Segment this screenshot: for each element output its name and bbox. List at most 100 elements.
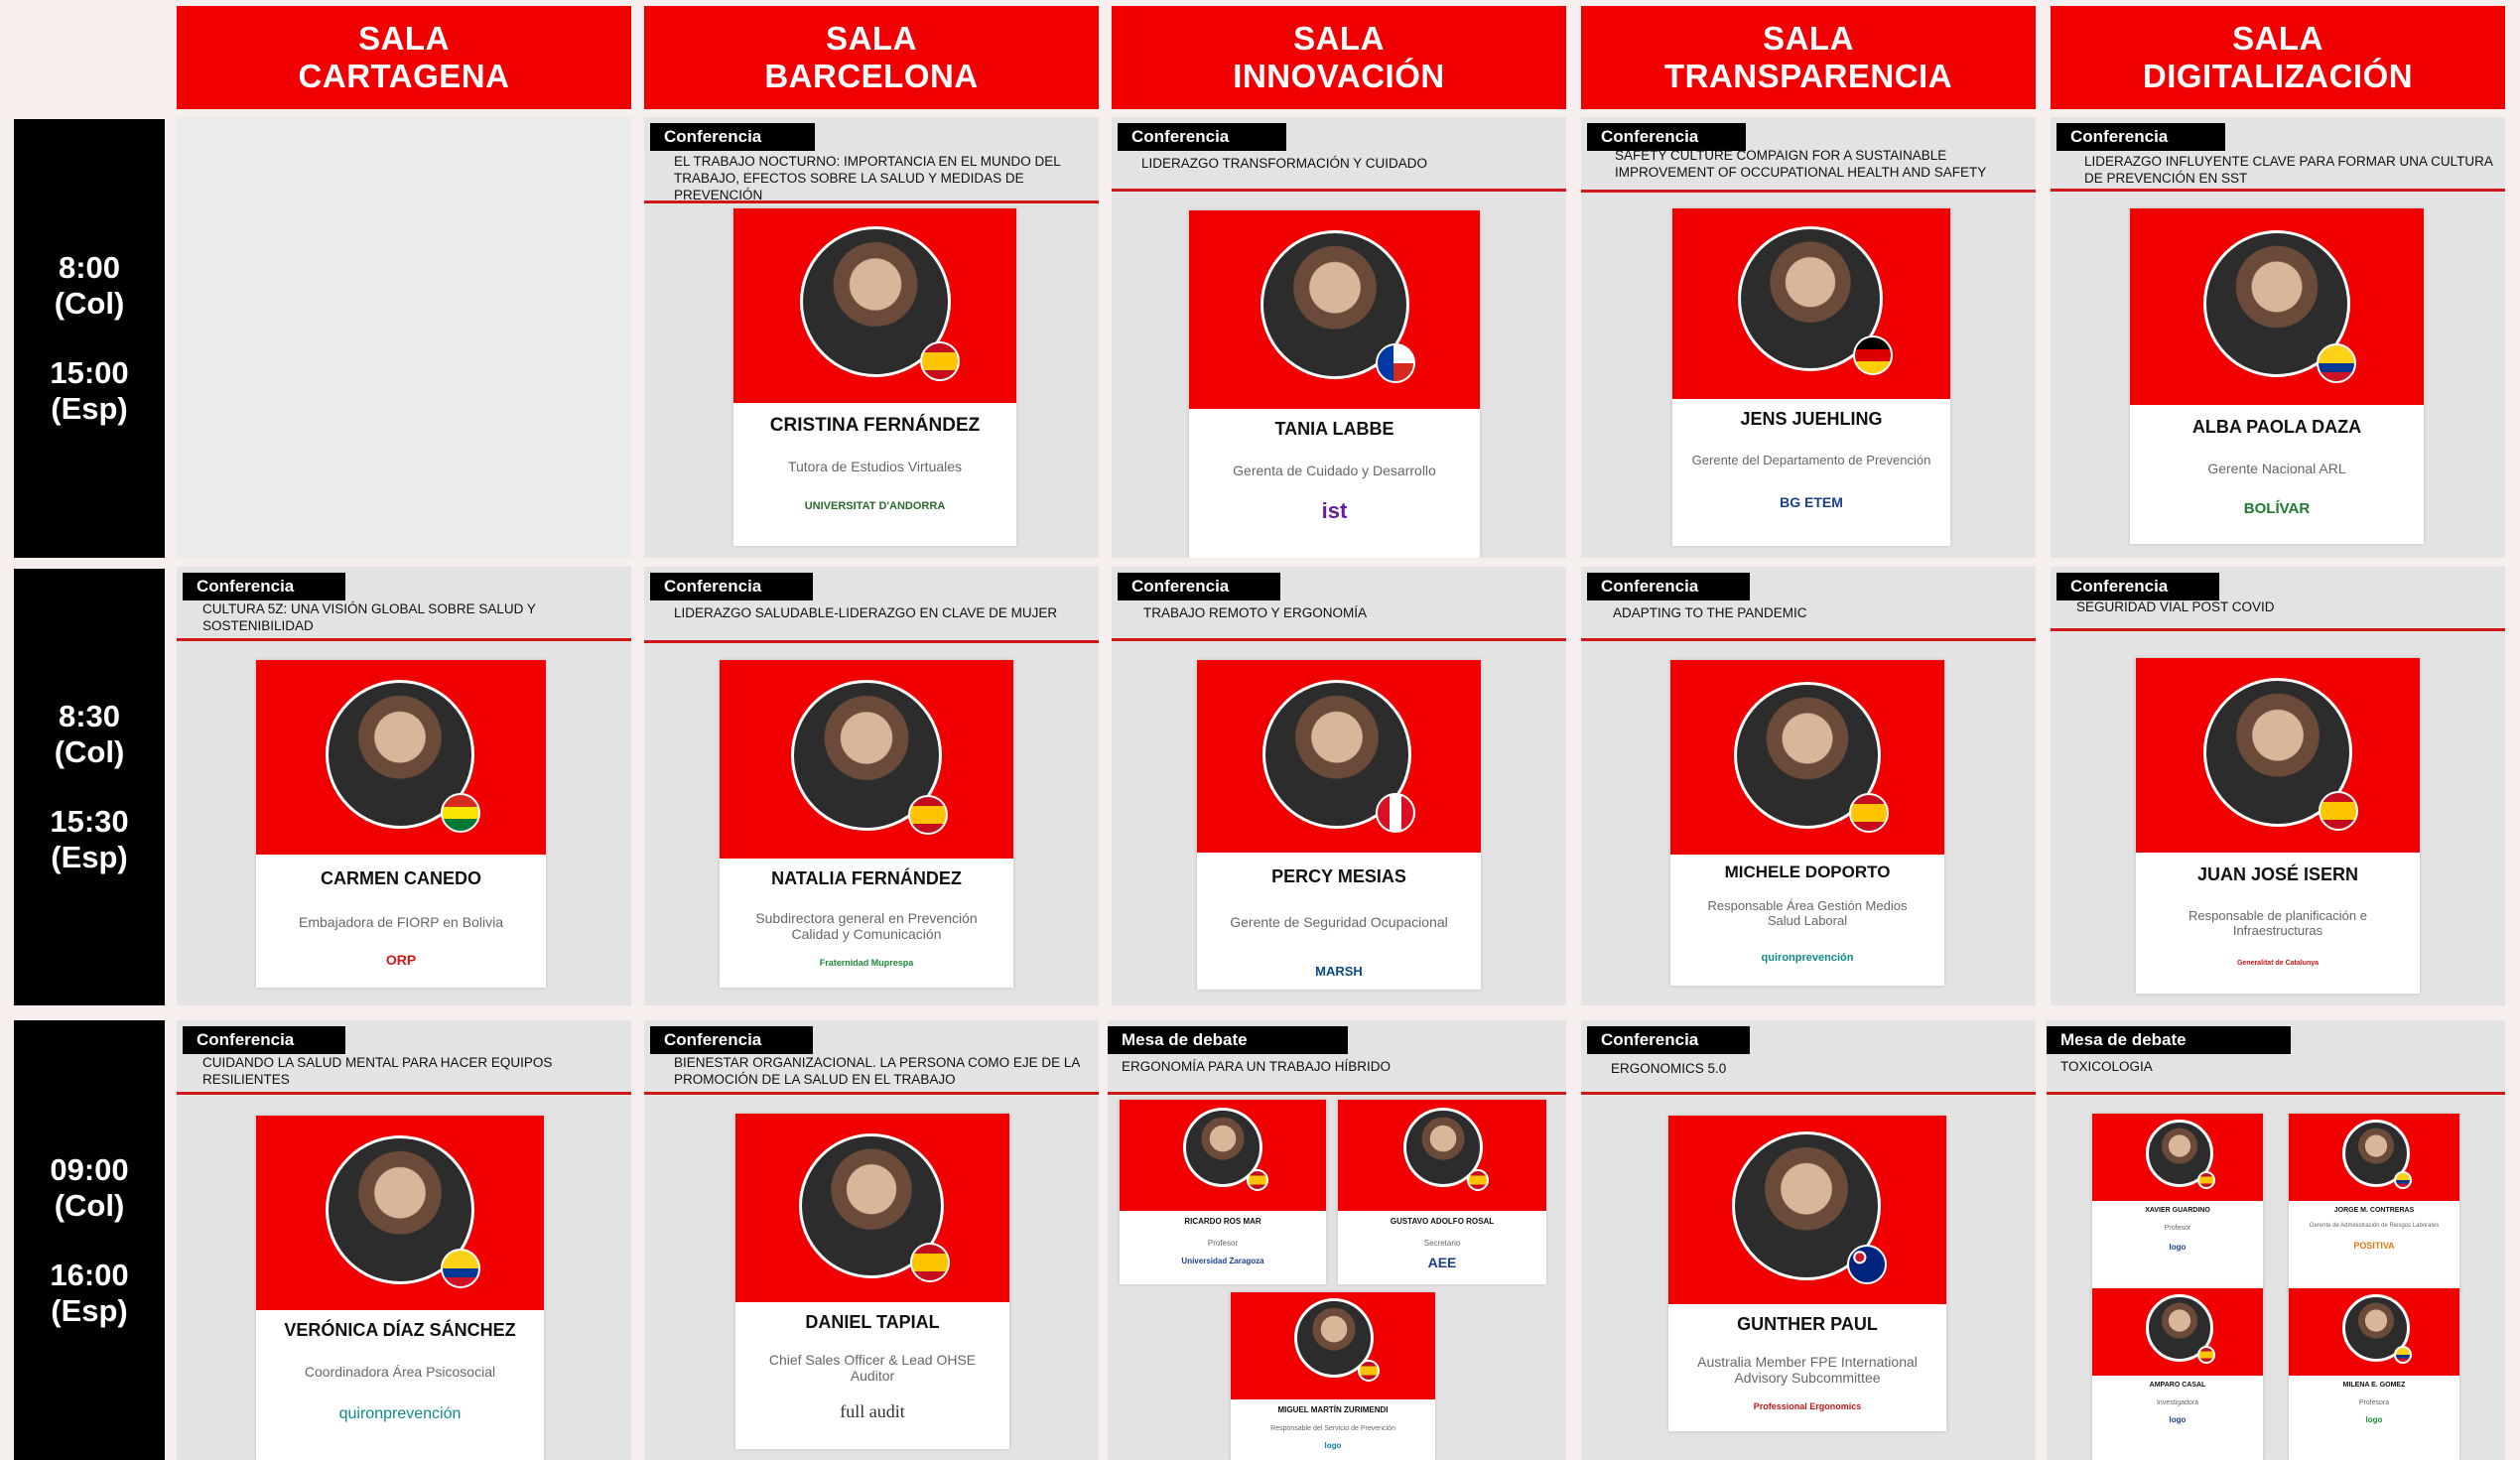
hall-name: DIGITALIZACIÓN [2142, 58, 2414, 94]
session-cell[interactable]: Conferencia EL TRABAJO NOCTURNO: IMPORTA… [644, 117, 1099, 558]
org-logo: MARSH [1315, 964, 1363, 979]
flag-icon [1853, 335, 1893, 375]
session-topic: TRABAJO REMOTO Y ERGONOMÍA [1143, 605, 1368, 620]
session-type-tag: Conferencia [650, 1026, 813, 1054]
hall-prefix: SALA [1763, 20, 1854, 57]
speaker-role: Gerente de Seguridad Ocupacional [1230, 914, 1448, 930]
panelist-role: Profesor [1207, 1239, 1239, 1248]
speaker-name: PERCY MESIAS [1271, 866, 1406, 886]
session-cell[interactable]: Conferencia LIDERAZGO TRANSFORMACIÓN Y C… [1112, 117, 1566, 558]
session-topic: SAFETY CULTURE COMPAIGN FOR A SUSTAINABL… [1615, 148, 1987, 180]
speaker-name: MICHELE DOPORTO [1724, 863, 1891, 881]
speaker-name: CARMEN CANEDO [321, 868, 481, 888]
panelist-name: XAVIER GUARDINO [2145, 1207, 2210, 1214]
speaker-name: NATALIA FERNÁNDEZ [771, 868, 962, 888]
session-cell[interactable]: Conferencia SAFETY CULTURE COMPAIGN FOR … [1581, 117, 2036, 558]
divider [1581, 638, 2036, 641]
org-logo: UNIVERSITAT D'ANDORRA [804, 500, 946, 512]
session-topic: ERGONOMÍA PARA UN TRABAJO HÍBRIDO [1122, 1059, 1392, 1074]
flag-icon [1376, 343, 1415, 383]
hall-header-barcelona: SALA BARCELONA [644, 6, 1099, 109]
org-logo: Professional Ergonomics [1753, 1401, 1862, 1411]
session-type-tag: Conferencia [1587, 1026, 1750, 1054]
speaker-card: VERÓNICA DÍAZ SÁNCHEZ Coordinadora Área … [256, 1116, 544, 1460]
session-topic: EL TRABAJO NOCTURNO: IMPORTANCIA EN EL M… [674, 154, 1061, 202]
time-esp-tz: (Esp) [51, 840, 128, 874]
speaker-name: ALBA PAOLA DAZA [2191, 417, 2362, 437]
flag-icon [1376, 793, 1415, 833]
session-cell[interactable]: Conferencia LIDERAZGO SALUDABLE-LIDERAZG… [644, 567, 1099, 1005]
flag-icon [2319, 791, 2358, 831]
org-logo: logo [2169, 1415, 2187, 1424]
speaker-role: Australia Member FPE International Advis… [1697, 1354, 1918, 1386]
session-type-tag: Conferencia [1118, 573, 1280, 600]
session-type-tag: Mesa de debate [1108, 1026, 1348, 1054]
panelist-role: Gerente de Administración de Riesgos Lab… [2309, 1223, 2440, 1229]
session-topic: TOXICOLOGIA [2060, 1059, 2153, 1074]
time-esp-tz: (Esp) [51, 391, 128, 426]
speaker-role: Gerente Nacional ARL [2207, 461, 2346, 476]
speaker-role: Tutora de Estudios Virtuales [787, 459, 963, 474]
speaker-card: CRISTINA FERNÁNDEZ Tutora de Estudios Vi… [733, 208, 1016, 546]
flag-icon [1358, 1360, 1380, 1382]
flag-icon [2197, 1171, 2215, 1189]
session-type-tag: Conferencia [650, 123, 815, 151]
session-cell[interactable]: Conferencia CUIDANDO LA SALUD MENTAL PAR… [177, 1020, 631, 1460]
speaker-card: CARMEN CANEDO Embajadora de FIORP en Bol… [256, 660, 546, 988]
flag-icon [441, 793, 480, 833]
time-col-tz: (Col) [54, 734, 125, 769]
speaker-role: Chief Sales Officer & Lead OHSE Auditor [768, 1352, 977, 1384]
session-cell[interactable]: Conferencia TRABAJO REMOTO Y ERGONOMÍA P… [1112, 567, 1566, 1005]
speaker-card: TANIA LABBE Gerenta de Cuidado y Desarro… [1189, 210, 1480, 558]
panelist-card: JORGE M. CONTRERAS Gerente de Administra… [2289, 1114, 2459, 1292]
session-cell[interactable]: Conferencia ADAPTING TO THE PANDEMIC MIC… [1581, 567, 2036, 1005]
flag-icon [2394, 1171, 2412, 1189]
org-logo: logo [1324, 1441, 1342, 1450]
session-cell[interactable]: Mesa de debate TOXICOLOGIA XAVIER GUARDI… [2047, 1020, 2505, 1460]
speaker-name: VERÓNICA DÍAZ SÁNCHEZ [284, 1320, 516, 1340]
org-logo: Generalitat de Catalunya [2236, 960, 2320, 967]
speaker-name: JUAN JOSÉ ISERN [2196, 864, 2359, 884]
speaker-role: Coordinadora Área Psicosocial [304, 1364, 496, 1380]
time-esp: 15:30 [50, 804, 129, 839]
divider [644, 1092, 1099, 1095]
session-type-tag: Conferencia [183, 573, 345, 600]
speaker-name: JENS JUEHLING [1740, 409, 1883, 429]
speaker-card: ALBA PAOLA DAZA Gerente Nacional ARL BOL… [2130, 208, 2424, 544]
speaker-name: GUNTHER PAUL [1737, 1314, 1878, 1334]
speaker-card: JUAN JOSÉ ISERN Responsable de planifica… [2136, 658, 2420, 994]
speaker-card: GUNTHER PAUL Australia Member FPE Intern… [1668, 1116, 1946, 1431]
flag-icon [1847, 1245, 1887, 1284]
hall-name: TRANSPARENCIA [1663, 58, 1953, 94]
session-cell[interactable]: Conferencia SEGURIDAD VIAL POST COVID JU… [2051, 567, 2505, 1005]
speaker-role: Gerenta de Cuidado y Desarrollo [1233, 463, 1436, 478]
time-col: 8:00 [58, 250, 121, 285]
hall-prefix: SALA [2232, 20, 2323, 57]
session-topic: LIDERAZGO TRANSFORMACIÓN Y CUIDADO [1141, 156, 1428, 171]
org-logo: logo [2169, 1243, 2187, 1252]
flag-icon [2394, 1346, 2412, 1364]
org-logo: AEE [1427, 1255, 1457, 1270]
flag-icon [908, 795, 948, 835]
org-logo: logo [2365, 1415, 2383, 1424]
flag-icon [441, 1249, 480, 1288]
session-cell[interactable]: Mesa de debate ERGONOMÍA PARA UN TRABAJO… [1108, 1020, 1566, 1460]
hall-prefix: SALA [1293, 20, 1385, 57]
speaker-card: PERCY MESIAS Gerente de Seguridad Ocupac… [1197, 660, 1481, 990]
hall-header-transparencia: SALA TRANSPARENCIA [1581, 6, 2036, 109]
org-logo: full audit [840, 1401, 905, 1421]
session-cell[interactable]: Conferencia LIDERAZGO INFLUYENTE CLAVE P… [2051, 117, 2505, 558]
session-type-tag: Conferencia [1118, 123, 1286, 151]
session-type-tag: Conferencia [2056, 573, 2219, 600]
session-type-tag: Conferencia [650, 573, 813, 600]
session-cell[interactable]: Conferencia ERGONOMICS 5.0 GUNTHER PAUL … [1581, 1020, 2036, 1460]
session-cell[interactable]: Conferencia CULTURA 5Z: UNA VISIÓN GLOBA… [177, 567, 631, 1005]
session-cell[interactable]: Conferencia BIENESTAR ORGANIZACIONAL. LA… [644, 1020, 1099, 1460]
flag-icon [920, 341, 960, 381]
session-type-tag: Conferencia [183, 1026, 345, 1054]
session-topic: LIDERAZGO INFLUYENTE CLAVE PARA FORMAR U… [2084, 154, 2493, 186]
divider [644, 640, 1099, 643]
panelist-name: MILENA E. GOMEZ [2342, 1382, 2406, 1389]
panelist-name: MIGUEL MARTÍN ZURIMENDI [1277, 1405, 1389, 1414]
speaker-card: MICHELE DOPORTO Responsable Área Gestión… [1670, 660, 1944, 986]
